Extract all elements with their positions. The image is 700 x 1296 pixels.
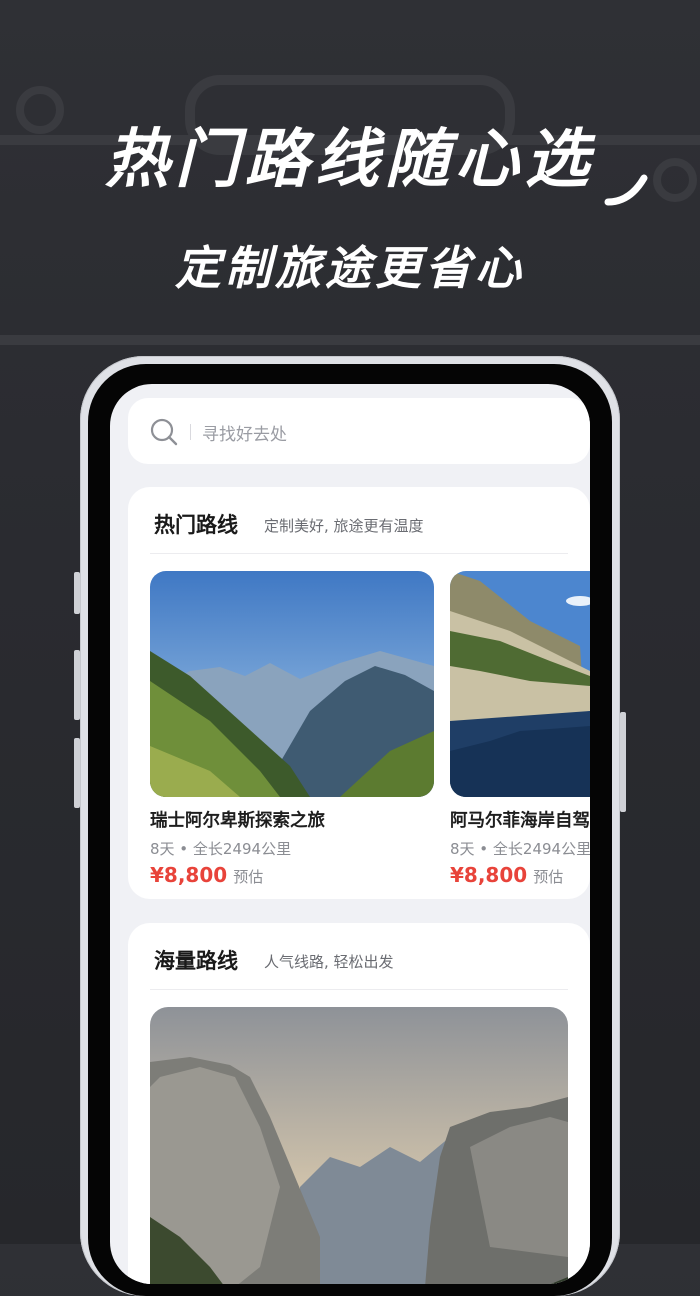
mass-routes-section: 海量路线 人气线路, 轻松出发 — [128, 923, 590, 1284]
section-divider — [150, 989, 568, 990]
route-price: ¥8,800 — [450, 863, 528, 887]
search-divider — [190, 424, 191, 440]
section-divider — [150, 553, 568, 554]
route-image-yosemite[interactable] — [150, 1007, 568, 1284]
route-meta: 8天 • 全长2494公里 — [150, 840, 292, 858]
route-image-alps — [150, 571, 434, 797]
phone-frame: 寻找好去处 热门路线 定制美好, 旅途更有温度 瑞士阿尔卑斯探索之旅 8天 • … — [80, 356, 620, 1296]
route-name: 阿马尔菲海岸自驾 — [450, 811, 590, 831]
search-input[interactable]: 寻找好去处 — [202, 420, 287, 445]
search-bar[interactable]: 寻找好去处 — [128, 398, 590, 464]
phone-screen: 寻找好去处 热门路线 定制美好, 旅途更有温度 瑞士阿尔卑斯探索之旅 8天 • … — [110, 384, 590, 1284]
route-name: 瑞士阿尔卑斯探索之旅 — [150, 811, 325, 831]
route-price-row: ¥8,800 预估 — [450, 863, 590, 887]
route-card[interactable]: 瑞士阿尔卑斯探索之旅 8天 • 全长2494公里 ¥8,800 预估 — [150, 571, 434, 887]
swoosh-decoration-icon — [604, 174, 648, 206]
hot-routes-section: 热门路线 定制美好, 旅途更有温度 瑞士阿尔卑斯探索之旅 8天 • 全长2494… — [128, 487, 590, 899]
promo-subheadline: 定制旅途更省心 — [175, 241, 525, 295]
route-price-row: ¥8,800 预估 — [150, 863, 434, 887]
section-title: 海量路线 — [154, 949, 238, 973]
search-icon — [150, 418, 178, 446]
route-card[interactable]: 阿马尔菲海岸自驾 8天 • 全长2494公里 ¥8,800 预估 — [450, 571, 590, 887]
route-price: ¥8,800 — [150, 863, 228, 887]
route-image-amalfi — [450, 571, 590, 797]
route-price-note: 预估 — [533, 868, 564, 886]
section-subtitle: 人气线路, 轻松出发 — [264, 953, 394, 971]
route-price-note: 预估 — [233, 868, 264, 886]
promo-headline: 热门路线随心选 — [105, 123, 595, 197]
section-title: 热门路线 — [154, 513, 238, 537]
phone-power-button — [620, 712, 626, 812]
phone-bezel: 寻找好去处 热门路线 定制美好, 旅途更有温度 瑞士阿尔卑斯探索之旅 8天 • … — [88, 364, 612, 1296]
route-meta: 8天 • 全长2494公里 — [450, 840, 590, 858]
section-subtitle: 定制美好, 旅途更有温度 — [264, 517, 424, 535]
